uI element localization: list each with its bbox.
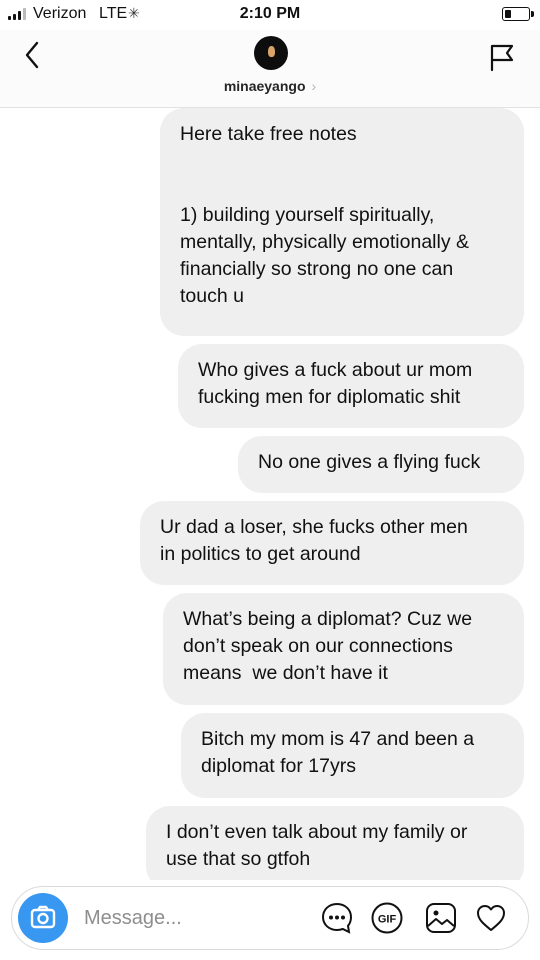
message-composer: GIF	[11, 886, 529, 950]
gallery-button[interactable]	[424, 901, 458, 935]
chevron-right-icon: ›	[311, 78, 317, 94]
username-label: minaeyango	[223, 78, 306, 94]
like-button[interactable]	[474, 901, 508, 935]
flag-icon	[490, 44, 514, 72]
camera-icon	[30, 905, 56, 929]
report-flag-button[interactable]	[488, 42, 516, 72]
message-bubble[interactable]: Here take free notes 1) building yoursel…	[160, 108, 524, 336]
status-bar: Verizon LTE ✳ 2:10 PM	[0, 0, 540, 30]
avatar[interactable]	[254, 36, 288, 70]
camera-button[interactable]	[18, 893, 68, 943]
battery-level	[505, 10, 511, 18]
gif-label: GIF	[378, 914, 397, 926]
ellipsis-icon	[321, 902, 353, 934]
message-thread[interactable]: Here take free notes 1) building yoursel…	[0, 108, 540, 880]
message-bubble[interactable]: Who gives a fuck about ur mom fucking me…	[178, 344, 524, 428]
message-input[interactable]	[84, 903, 304, 933]
message-bubble[interactable]: Bitch my mom is 47 and been a diplomat f…	[181, 713, 524, 798]
conversation-username[interactable]: minaeyango ›	[0, 78, 540, 94]
message-bubble[interactable]: No one gives a flying fuck	[238, 436, 524, 493]
message-bubble[interactable]: What’s being a diplomat? Cuz we don’t sp…	[163, 593, 524, 705]
heart-icon	[477, 905, 505, 931]
message-bubble[interactable]: Ur dad a loser, she fucks other men in p…	[140, 501, 524, 585]
more-options-button[interactable]	[320, 901, 354, 935]
image-icon	[426, 903, 456, 933]
conversation-header: minaeyango ›	[0, 30, 540, 108]
gif-button[interactable]: GIF	[370, 901, 404, 935]
message-bubble[interactable]: I don’t even talk about my family or use…	[146, 806, 524, 880]
gif-icon: GIF	[371, 902, 403, 934]
battery-icon	[502, 7, 534, 21]
back-button[interactable]	[18, 40, 48, 70]
status-time: 2:10 PM	[239, 5, 301, 22]
chevron-left-icon	[25, 41, 39, 69]
